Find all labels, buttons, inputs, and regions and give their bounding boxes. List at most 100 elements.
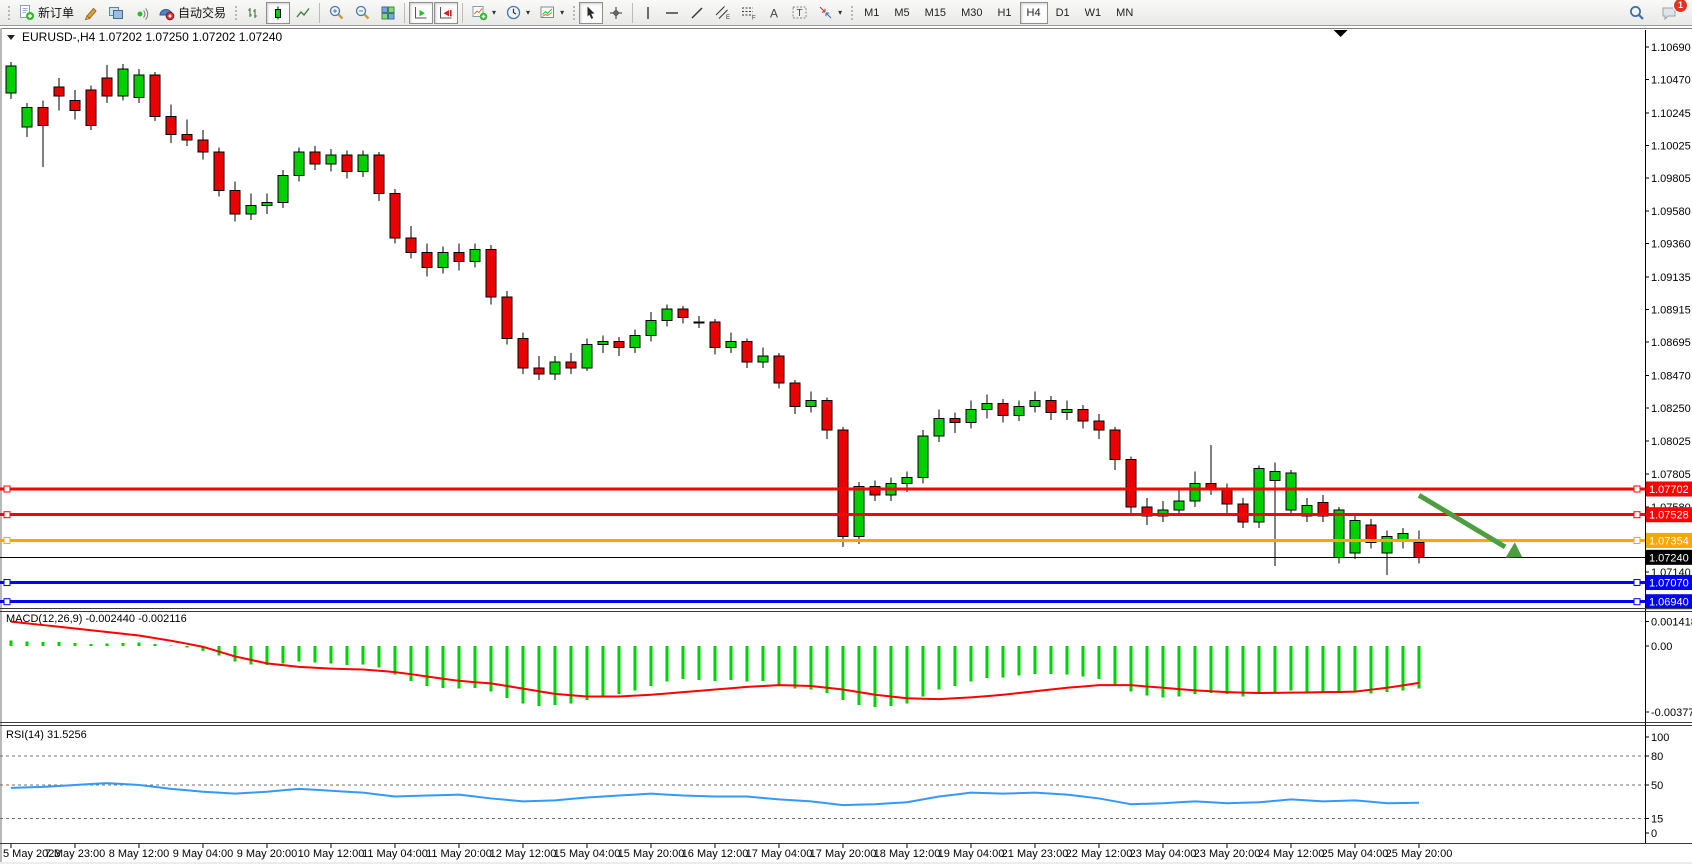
chart-title: EURUSD-,H4 1.07202 1.07250 1.07202 1.072… [22,30,283,44]
window-border-top [0,28,1692,29]
toolbar-grip[interactable] [571,4,576,22]
line-chart-icon [295,5,311,21]
toolbar-grip[interactable] [849,4,854,22]
channel-icon: E [714,4,731,21]
chart-canvas[interactable]: 1.106901.104701.102451.100251.098051.095… [0,26,1692,864]
line-handle-left[interactable] [4,579,10,585]
timeframe-M30-button[interactable]: M30 [954,2,989,24]
time-tick-label: 8 May 12:00 [109,848,170,860]
text-label-button[interactable]: T [787,2,812,24]
zoom-out-icon [354,4,371,21]
dropdown-caret: ▾ [838,8,842,17]
line-handle-right[interactable] [1634,599,1640,605]
candle-body [86,90,96,126]
line-handle-left[interactable] [4,599,10,605]
horizontal-line-button[interactable] [660,2,684,24]
indicators-icon [471,4,488,21]
zoom-in-button[interactable] [324,2,349,24]
candle-body [1110,430,1120,460]
candle-body [406,238,416,253]
crayon-icon [83,5,99,21]
autotrading-button[interactable]: 自动交易 [154,2,230,24]
tile-windows-button[interactable] [376,2,400,24]
line-chart-button[interactable] [291,2,315,24]
bar-chart-button[interactable] [241,2,265,24]
line-handle-right[interactable] [1634,486,1640,492]
auto-scroll-button[interactable] [409,2,433,24]
timeframe-W1-button[interactable]: W1 [1078,2,1109,24]
chart-shift-icon [438,5,454,21]
search-icon [1628,4,1646,22]
timeframe-MN-button[interactable]: MN [1109,2,1140,24]
new-order-label: 新订单 [38,4,74,21]
timeframe-H4-button[interactable]: H4 [1020,2,1048,24]
line-handle-right[interactable] [1634,579,1640,585]
candle-body [310,152,320,164]
svg-text:E: E [726,15,730,21]
candle-body [1078,409,1088,421]
trendline-button[interactable] [685,2,709,24]
candle-body [358,155,368,171]
chart-shift-button[interactable] [434,2,458,24]
line-handle-left[interactable] [4,486,10,492]
profiles-button[interactable] [104,2,128,24]
templates-button[interactable]: ▾ [535,2,568,24]
cursor-button[interactable] [579,2,603,24]
toolbar-grip[interactable] [6,4,11,22]
indicators-button[interactable]: ▾ [467,2,500,24]
candle-body [134,75,144,97]
timeframe-M1-button[interactable]: M1 [857,2,886,24]
notifications-button[interactable]: 1 [1656,2,1682,24]
crosshair-button[interactable] [604,2,628,24]
candlestick-chart-button[interactable] [266,2,290,24]
zoom-out-button[interactable] [350,2,375,24]
timeframe-M5-button[interactable]: M5 [887,2,916,24]
new-order-button[interactable]: 新订单 [14,2,78,24]
sounds-button[interactable] [129,2,153,24]
equidistant-channel-button[interactable]: E [710,2,735,24]
templates-icon [539,4,556,21]
text-button[interactable]: A [762,2,786,24]
candle-body [118,69,128,96]
vertical-line-button[interactable] [637,2,659,24]
candle-body [1350,520,1360,553]
rsi-tick-label: 50 [1651,780,1663,792]
line-handle-left[interactable] [4,512,10,518]
time-tick-label: 10 May 12:00 [298,848,365,860]
periods-button[interactable]: ▾ [501,2,534,24]
time-tick-label: 22 May 12:00 [1066,848,1133,860]
line-handle-left[interactable] [4,537,10,543]
price-label: 1.07070 [1649,577,1689,589]
timeframe-M15-button[interactable]: M15 [918,2,953,24]
time-tick-label: 12 May 12:00 [490,848,557,860]
candle-body [854,486,864,536]
styler-button[interactable] [79,2,103,24]
search-button[interactable] [1624,2,1650,24]
dropdown-caret: ▾ [526,8,530,17]
candle-body [758,356,768,362]
text-icon: A [766,5,782,21]
price-label: 1.07528 [1649,510,1689,522]
rsi-tick-label: 80 [1651,751,1663,763]
signal-icon [133,5,149,21]
time-tick-label: 11 May 04:00 [362,848,428,860]
candle-body [198,140,208,152]
time-tick-label: 15 May 20:00 [618,848,685,860]
window-border-left [0,28,2,864]
time-tick-label: 25 May 04:00 [1322,848,1389,860]
timeframe-D1-button[interactable]: D1 [1049,2,1077,24]
candle-body [790,383,800,407]
candle-body [806,401,816,407]
arrows-button[interactable]: ▾ [813,2,846,24]
dropdown-caret: ▾ [560,8,564,17]
candle-body [934,418,944,436]
candle-body [1062,409,1072,412]
timeframe-H1-button[interactable]: H1 [990,2,1018,24]
toolbar-grip[interactable] [233,4,238,22]
line-handle-right[interactable] [1634,537,1640,543]
fibonacci-button[interactable]: F [736,2,761,24]
line-handle-right[interactable] [1634,512,1640,518]
price-tick-label: 1.08695 [1651,337,1691,349]
price-tick-label: 1.10245 [1651,108,1691,120]
toolbar-separator [632,3,633,23]
